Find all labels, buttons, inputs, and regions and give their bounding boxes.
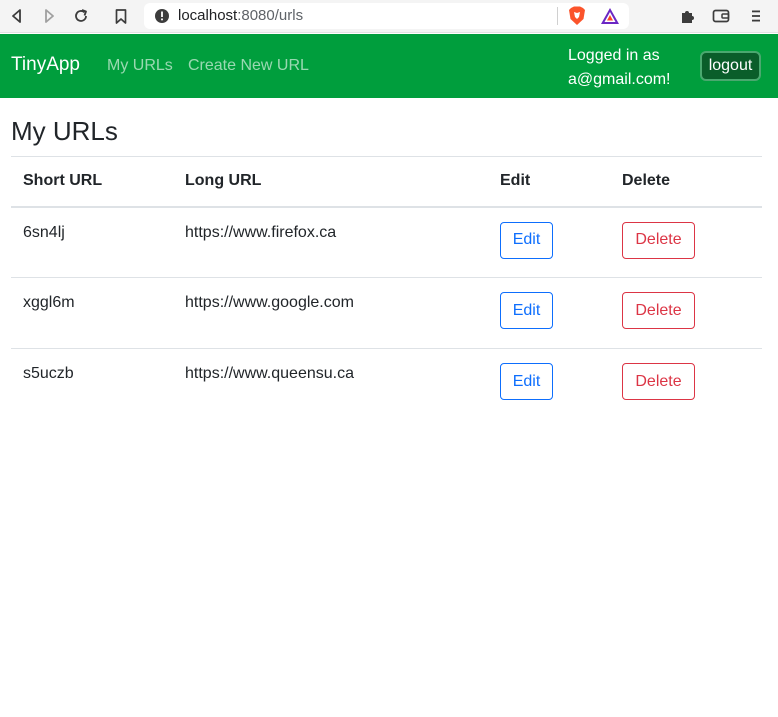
delete-cell: Delete — [610, 206, 762, 278]
urls-table: Short URL Long URL Edit Delete 6sn4lj ht… — [11, 156, 762, 420]
login-status-label: Logged in as — [568, 47, 660, 64]
address-path: :8080/urls — [237, 7, 304, 24]
nav-my-urls[interactable]: My URLs — [107, 57, 173, 75]
delete-button[interactable]: Delete — [622, 363, 695, 400]
edit-button[interactable]: Edit — [500, 292, 553, 329]
edit-cell: Edit — [488, 277, 610, 349]
long-url-cell: https://www.firefox.ca — [173, 206, 488, 278]
address-bar[interactable]: localhost:8080/urls — [144, 3, 629, 29]
edit-cell: Edit — [488, 349, 610, 420]
extensions-icon[interactable] — [676, 4, 700, 28]
menu-icon[interactable] — [744, 4, 768, 28]
table-header-row: Short URL Long URL Edit Delete — [11, 156, 762, 208]
edit-button[interactable]: Edit — [500, 221, 553, 259]
login-status-email: a@gmail.com! — [568, 71, 671, 88]
back-icon[interactable] — [5, 4, 29, 28]
brave-rewards-icon[interactable] — [600, 7, 620, 30]
table-row: 6sn4lj https://www.firefox.ca Edit Delet… — [11, 206, 762, 278]
brave-shields-icon[interactable] — [568, 6, 586, 31]
table-row: xggl6m https://www.google.com Edit Delet… — [11, 277, 762, 349]
long-url-cell: https://www.queensu.ca — [185, 365, 354, 382]
reload-icon[interactable] — [69, 4, 93, 28]
site-info-icon[interactable] — [154, 8, 170, 29]
brand-link[interactable]: TinyApp — [11, 54, 80, 76]
header-delete: Delete — [610, 156, 762, 208]
address-text[interactable]: localhost:8080/urls — [178, 7, 303, 24]
address-divider — [557, 7, 558, 25]
wallet-icon[interactable] — [709, 4, 733, 28]
edit-cell: Edit — [488, 206, 610, 278]
header-short-url: Short URL — [11, 156, 173, 208]
short-url-cell: s5uczb — [23, 365, 74, 382]
header-long-url: Long URL — [173, 156, 488, 208]
nav-create-new-url[interactable]: Create New URL — [188, 57, 309, 75]
login-status: Logged in as a@gmail.com! — [568, 44, 688, 92]
navbar: TinyApp My URLs Create New URL Logged in… — [0, 34, 778, 98]
address-host: localhost — [178, 7, 238, 24]
delete-cell: Delete — [610, 349, 762, 420]
edit-button[interactable]: Edit — [500, 363, 553, 400]
delete-button[interactable]: Delete — [622, 292, 695, 329]
page-title: My URLs — [11, 116, 118, 146]
header-edit: Edit — [488, 156, 610, 208]
forward-icon[interactable] — [37, 4, 61, 28]
long-url-cell: https://www.google.com — [173, 277, 488, 349]
delete-cell: Delete — [610, 277, 762, 349]
bookmark-icon[interactable] — [109, 4, 133, 28]
delete-button[interactable]: Delete — [622, 221, 695, 259]
table-row: s5uczb https://www.queensu.ca Edit Delet… — [11, 349, 762, 420]
short-url-cell: xggl6m — [11, 277, 173, 349]
browser-toolbar: localhost:8080/urls — [0, 0, 778, 33]
logout-button[interactable]: logout — [700, 51, 761, 81]
short-url-cell: 6sn4lj — [11, 206, 173, 278]
